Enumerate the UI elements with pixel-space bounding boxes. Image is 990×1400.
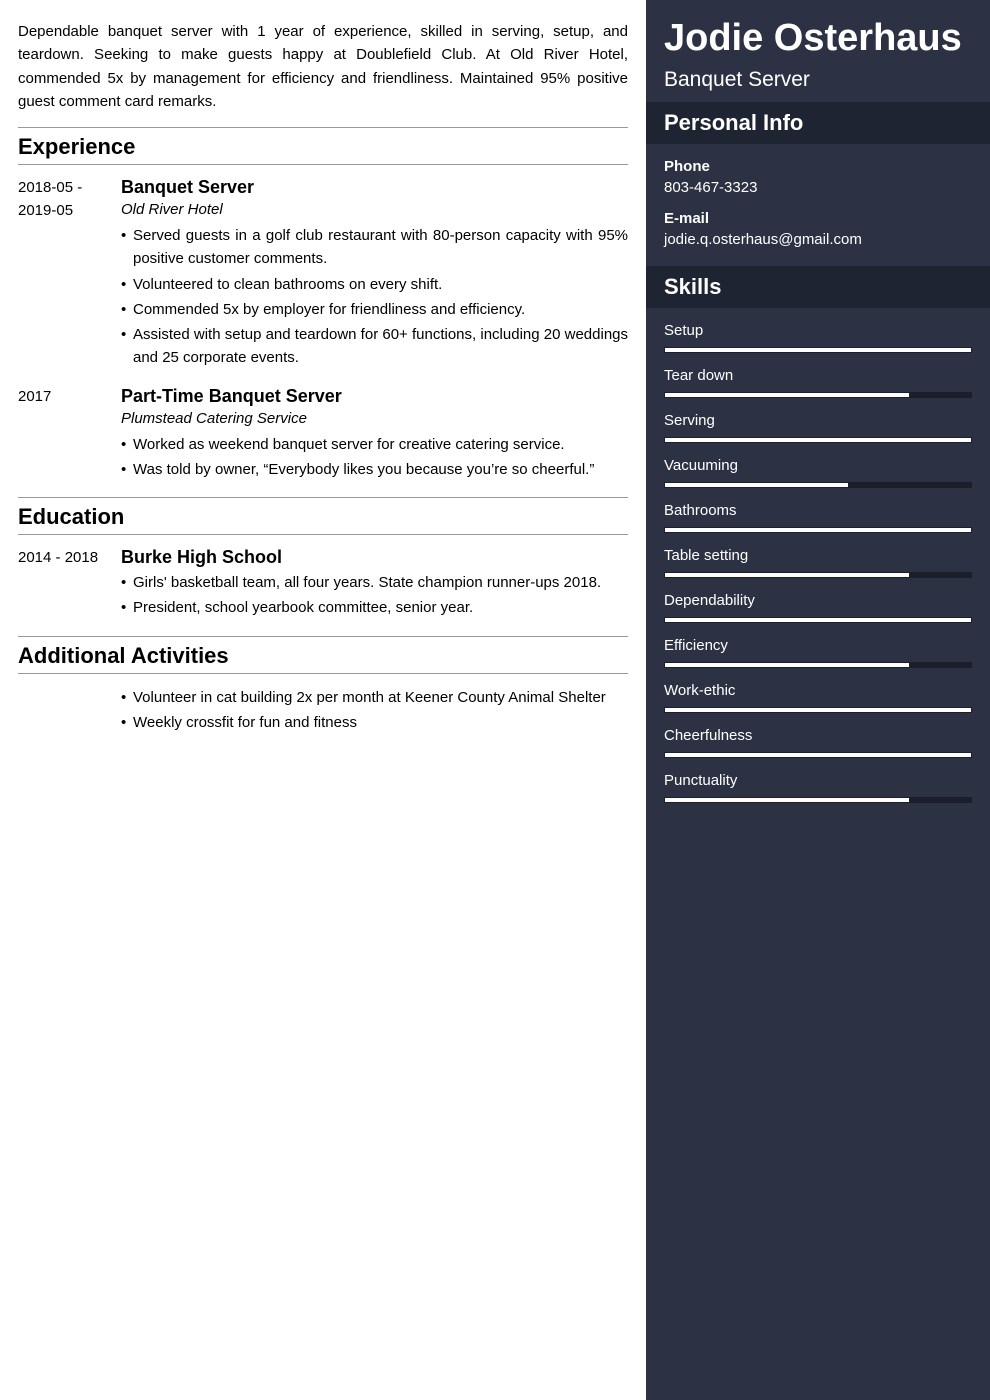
skill-bar-fill [664, 392, 910, 398]
skill-item: Table setting [664, 547, 972, 578]
skill-bar-fill [664, 572, 910, 578]
skill-bar [664, 617, 972, 623]
phone-value: 803-467-3323 [664, 179, 972, 196]
bullet-item: Weekly crossfit for fun and fitness [121, 711, 628, 734]
experience-heading: Experience [18, 127, 628, 165]
education-entry: 2014 - 2018 Burke High School Girls' bas… [18, 547, 628, 622]
skill-item: Efficiency [664, 637, 972, 668]
skill-bar-fill [664, 482, 849, 488]
skill-bar-fill [664, 527, 972, 533]
skill-label: Punctuality [664, 772, 972, 789]
skills-block: Setup Tear down Serving Vacuuming Bathrooms T… [646, 308, 990, 831]
skill-label: Table setting [664, 547, 972, 564]
skill-bar-fill [664, 662, 910, 668]
skill-label: Tear down [664, 367, 972, 384]
skill-label: Vacuuming [664, 457, 972, 474]
activities-entry: Volunteer in cat building 2x per month a… [18, 686, 628, 737]
email-value: jodie.q.osterhaus@gmail.com [664, 231, 972, 248]
skill-label: Work-ethic [664, 682, 972, 699]
phone-label: Phone [664, 158, 972, 175]
entry-body: Part-Time Banquet Server Plumstead Cater… [121, 386, 628, 484]
skill-bar-fill [664, 707, 972, 713]
skill-bar [664, 437, 972, 443]
skill-label: Efficiency [664, 637, 972, 654]
skill-label: Dependability [664, 592, 972, 609]
skill-bar [664, 797, 972, 803]
skill-bar-fill [664, 347, 972, 353]
skill-bar-fill [664, 797, 910, 803]
main-column: Dependable banquet server with 1 year of… [0, 0, 646, 1400]
entry-dates: 2017 [18, 386, 121, 484]
bullet-item: Worked as weekend banquet server for cre… [121, 433, 628, 456]
skill-item: Punctuality [664, 772, 972, 803]
sidebar: Jodie Osterhaus Banquet Server Personal … [646, 0, 990, 1400]
bullet-item: Volunteered to clean bathrooms on every … [121, 273, 628, 296]
sidebar-header: Jodie Osterhaus Banquet Server [646, 0, 990, 102]
skill-label: Serving [664, 412, 972, 429]
bullet-item: Served guests in a golf club restaurant … [121, 224, 628, 271]
skill-item: Setup [664, 322, 972, 353]
personal-info-block: Phone 803-467-3323 E-mail jodie.q.osterh… [646, 144, 990, 266]
entry-body: Burke High School Girls' basketball team… [121, 547, 628, 622]
skill-bar [664, 527, 972, 533]
bullet-item: Volunteer in cat building 2x per month a… [121, 686, 628, 709]
entry-body: Volunteer in cat building 2x per month a… [121, 686, 628, 737]
entry-subtitle: Old River Hotel [121, 201, 628, 218]
experience-entry: 2018-05 - 2019-05 Banquet Server Old Riv… [18, 177, 628, 372]
skill-item: Serving [664, 412, 972, 443]
skills-heading: Skills [646, 266, 990, 308]
skill-item: Tear down [664, 367, 972, 398]
entry-title: Banquet Server [121, 177, 628, 198]
bullet-item: Girls' basketball team, all four years. … [121, 571, 628, 594]
entry-title: Burke High School [121, 547, 628, 568]
skill-bar [664, 752, 972, 758]
skill-label: Bathrooms [664, 502, 972, 519]
skill-item: Cheerfulness [664, 727, 972, 758]
email-label: E-mail [664, 210, 972, 227]
skill-item: Vacuuming [664, 457, 972, 488]
entry-body: Banquet Server Old River Hotel Served gu… [121, 177, 628, 372]
entry-subtitle: Plumstead Catering Service [121, 410, 628, 427]
skill-bar [664, 572, 972, 578]
entry-dates: 2014 - 2018 [18, 547, 121, 622]
personal-info-heading: Personal Info [646, 102, 990, 144]
skill-bar [664, 707, 972, 713]
skill-bar [664, 662, 972, 668]
skill-item: Work-ethic [664, 682, 972, 713]
skill-bar-fill [664, 437, 972, 443]
skill-label: Cheerfulness [664, 727, 972, 744]
skill-label: Setup [664, 322, 972, 339]
entry-dates: 2018-05 - 2019-05 [18, 177, 121, 372]
skill-item: Bathrooms [664, 502, 972, 533]
bullet-item: Assisted with setup and teardown for 60+… [121, 323, 628, 370]
skill-bar-fill [664, 617, 972, 623]
education-heading: Education [18, 497, 628, 535]
entry-title: Part-Time Banquet Server [121, 386, 628, 407]
bullet-item: Commended 5x by employer for friendlines… [121, 298, 628, 321]
person-name: Jodie Osterhaus [664, 16, 972, 62]
skill-bar-fill [664, 752, 972, 758]
experience-entry: 2017 Part-Time Banquet Server Plumstead … [18, 386, 628, 484]
skill-item: Dependability [664, 592, 972, 623]
skill-bar [664, 392, 972, 398]
person-title: Banquet Server [664, 68, 972, 92]
bullet-item: Was told by owner, “Everybody likes you … [121, 458, 628, 481]
skill-bar [664, 347, 972, 353]
skill-bar [664, 482, 972, 488]
summary-text: Dependable banquet server with 1 year of… [18, 20, 628, 113]
bullet-item: President, school yearbook committee, se… [121, 596, 628, 619]
activities-heading: Additional Activities [18, 636, 628, 674]
